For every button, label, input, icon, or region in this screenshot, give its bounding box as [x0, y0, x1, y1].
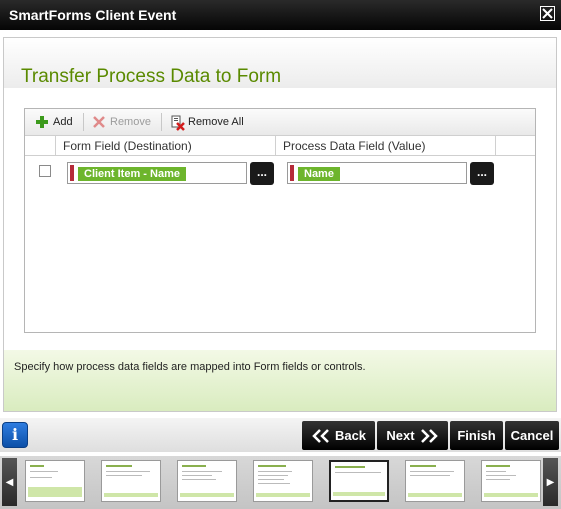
next-button[interactable]: Next [377, 421, 448, 450]
form-field-input[interactable]: Client Item - Name [67, 162, 247, 184]
step-thumbnail[interactable] [253, 460, 313, 502]
add-button[interactable]: Add [35, 115, 73, 129]
finish-button[interactable]: Finish [450, 421, 503, 450]
info-icon[interactable]: i [2, 422, 28, 448]
back-button[interactable]: Back [302, 421, 375, 450]
remove-button[interactable]: Remove [92, 115, 151, 129]
mapping-grid: Add Remove Remove All Form Field (Destin… [24, 108, 536, 333]
info-band: Specify how process data fields are mapp… [4, 350, 556, 411]
back-label: Back [334, 428, 367, 443]
required-indicator [290, 165, 294, 181]
remove-all-icon [170, 115, 185, 131]
step-thumbnail-strip: ◀ ▶ [0, 456, 561, 509]
required-indicator [70, 165, 74, 181]
process-field-browse-button[interactable]: ... [470, 162, 494, 185]
toolbar-divider [161, 113, 162, 131]
header-band: Transfer Process Data to Form [4, 38, 556, 88]
wizard-footer: i Back Next Finish Cancel [0, 418, 561, 452]
process-field-input[interactable]: Name [287, 162, 467, 184]
column-divider [275, 136, 276, 155]
column-header-row: Form Field (Destination) Process Data Fi… [25, 136, 535, 156]
step-thumbnail[interactable] [101, 460, 161, 502]
window-title: SmartForms Client Event [9, 7, 177, 23]
remove-icon [92, 115, 106, 129]
add-icon [35, 115, 49, 129]
table-row: Client Item - Name ... Name ... [25, 156, 535, 190]
column-divider [495, 136, 496, 155]
form-field-token[interactable]: Client Item - Name [78, 167, 186, 181]
window-title-bar: SmartForms Client Event [0, 0, 561, 30]
row-checkbox[interactable] [39, 165, 51, 177]
double-chevron-right-icon [420, 428, 438, 443]
remove-all-label: Remove All [188, 116, 244, 128]
column-divider [55, 136, 56, 155]
step-thumbnail-current[interactable] [329, 460, 389, 502]
scroll-right-arrow-icon[interactable]: ▶ [543, 458, 558, 506]
info-text: Specify how process data fields are mapp… [14, 361, 366, 373]
toolbar-divider [83, 113, 84, 131]
add-label: Add [53, 116, 73, 128]
next-label: Next [386, 428, 415, 443]
scroll-left-arrow-icon[interactable]: ◀ [2, 458, 17, 506]
step-thumbnail[interactable] [25, 460, 85, 502]
process-field-token[interactable]: Name [298, 167, 340, 181]
cancel-button[interactable]: Cancel [505, 421, 559, 450]
column-header-process-field[interactable]: Process Data Field (Value) [283, 139, 426, 153]
cancel-label: Cancel [510, 428, 554, 443]
form-field-browse-button[interactable]: ... [250, 162, 274, 185]
step-thumbnail[interactable] [405, 460, 465, 502]
page-title: Transfer Process Data to Form [21, 66, 282, 87]
remove-all-button[interactable]: Remove All [170, 115, 244, 131]
step-thumbnail[interactable] [177, 460, 237, 502]
finish-label: Finish [457, 428, 496, 443]
remove-label: Remove [110, 116, 151, 128]
grid-toolbar: Add Remove Remove All [25, 109, 535, 136]
column-header-form-field[interactable]: Form Field (Destination) [63, 139, 192, 153]
step-thumbnail[interactable] [481, 460, 541, 502]
close-icon[interactable] [540, 6, 555, 21]
wizard-panel: Transfer Process Data to Form Add Remove [3, 37, 557, 412]
double-chevron-left-icon [312, 428, 329, 443]
